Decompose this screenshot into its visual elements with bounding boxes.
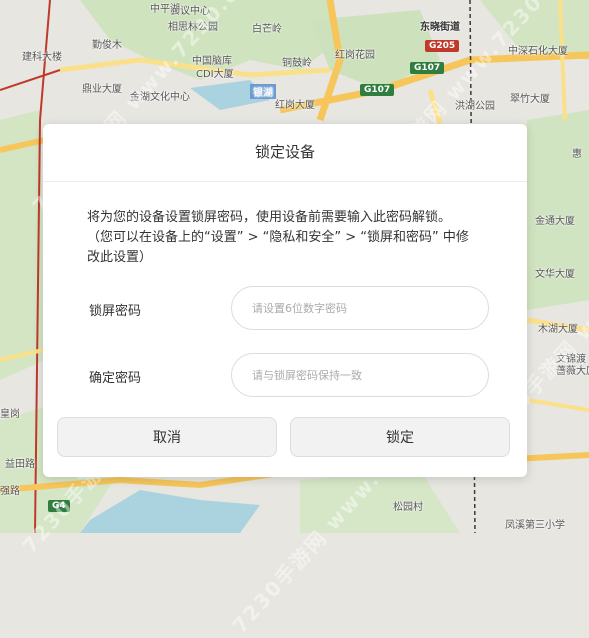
- description-line: （您可以在设备上的“设置” > “隐私和安全” > “锁屏和密码” 中修: [87, 230, 469, 245]
- map-label: 松园村: [393, 502, 423, 513]
- map-label: 鼎业大厦: [82, 84, 122, 95]
- map-label: 文华大厦: [535, 269, 575, 280]
- lock-password-label: 锁屏密码: [89, 304, 142, 319]
- map-label: 建科大楼: [22, 52, 62, 63]
- map-label: 强路: [0, 486, 20, 497]
- confirm-password-input[interactable]: [231, 353, 489, 397]
- map-label: 皇岗: [0, 409, 20, 420]
- road-badge: G205: [425, 40, 460, 52]
- dialog-title: 锁定设备: [43, 124, 527, 182]
- map-label: 白芒岭: [252, 24, 282, 35]
- lock-device-dialog: 锁定设备 将为您的设备设置锁屏密码，使用设备前需要输入此密码解锁。 （您可以在设…: [43, 124, 527, 477]
- map-label: 中深石化大厦: [508, 46, 568, 57]
- map-label: 凤溪第三小学: [505, 520, 565, 531]
- dialog-description: 将为您的设备设置锁屏密码，使用设备前需要输入此密码解锁。 （您可以在设备上的“设…: [87, 208, 507, 268]
- map-label: 红岗大厦: [275, 100, 315, 111]
- lock-password-input[interactable]: [231, 286, 489, 330]
- map-label: 红岗花园: [335, 50, 375, 61]
- map-label: 惠: [572, 149, 582, 160]
- map-label: 银湖: [250, 84, 276, 99]
- map-label: 翠竹大厦: [510, 94, 550, 105]
- road-badge: G107: [360, 84, 395, 96]
- road-badge: G107: [410, 62, 445, 74]
- map-label: 铜鼓岭: [282, 58, 312, 69]
- map-label: 勤俊木: [92, 40, 122, 51]
- description-line: 将为您的设备设置锁屏密码，使用设备前需要输入此密码解锁。: [87, 210, 452, 225]
- confirm-password-label: 确定密码: [89, 371, 142, 386]
- map-label: 益田路: [5, 459, 35, 470]
- map-label: 东晓街道: [420, 22, 460, 33]
- description-line: 改此设置）: [87, 250, 153, 265]
- map-label: 金通大厦: [535, 216, 575, 227]
- map-label: 中平湖: [150, 4, 180, 15]
- cancel-button[interactable]: 取消: [57, 417, 277, 457]
- map-label: CDI大厦: [196, 69, 234, 80]
- lock-button[interactable]: 锁定: [290, 417, 510, 457]
